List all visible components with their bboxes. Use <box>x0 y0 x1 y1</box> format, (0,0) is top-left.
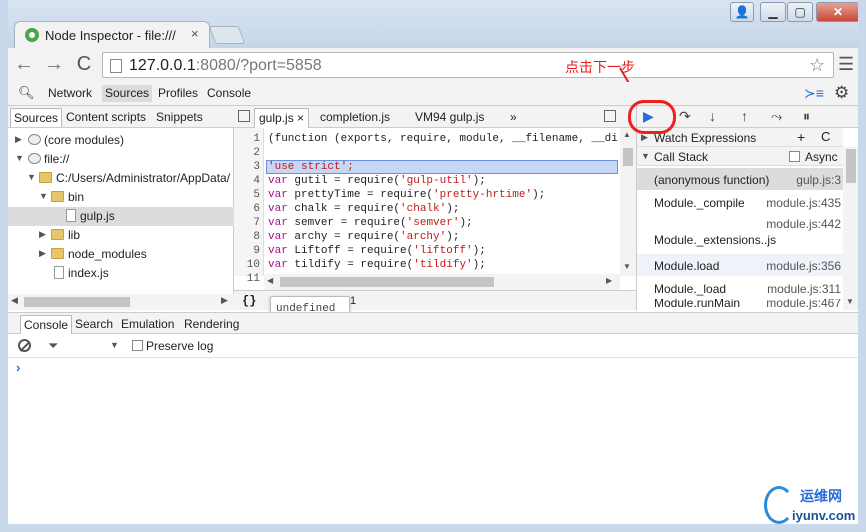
watermark-bottom: iyunv.com <box>792 508 856 523</box>
watermark-logo: 运维网 iyunv.com <box>762 484 862 528</box>
watermark-top: 运维网 <box>800 488 842 504</box>
logo-swirl-icon <box>764 486 794 524</box>
window-frame <box>0 0 866 532</box>
